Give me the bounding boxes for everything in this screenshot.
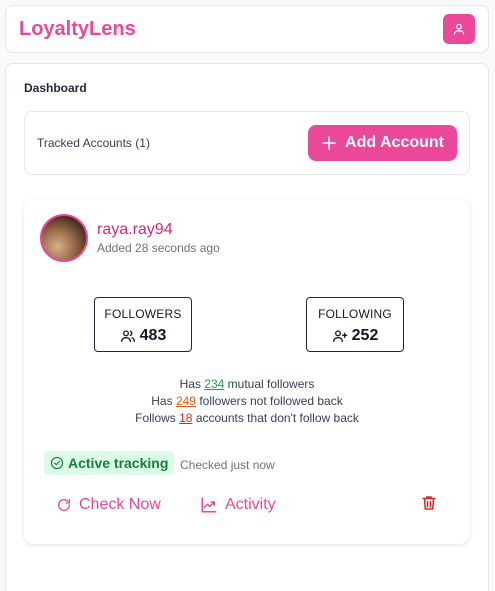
app-header: LoyaltyLens [5, 5, 489, 53]
activity-button[interactable]: Activity [200, 492, 276, 518]
followers-label: FOLLOWERS [104, 307, 182, 321]
main-panel: Dashboard Tracked Accounts (1) Add Accou… [5, 63, 489, 591]
not-followed-back-count[interactable]: 249 [176, 394, 196, 408]
page-title: Dashboard [24, 81, 87, 95]
dont-follow-back-count[interactable]: 18 [179, 411, 192, 425]
status-badge: Active tracking [44, 451, 175, 475]
app-logo: LoyaltyLens [19, 17, 136, 40]
trash-icon [422, 496, 436, 510]
follower-insights: Has 234 mutual followers Has 249 followe… [24, 376, 470, 427]
trend-chart-icon [201, 497, 217, 513]
followers-stat: FOLLOWERS 483 [94, 297, 192, 352]
not-followed-back-line: Has 249 followers not followed back [151, 394, 343, 408]
following-stat: FOLLOWING 252 [306, 297, 404, 352]
last-checked: Checked just now [180, 458, 275, 472]
followers-count: 483 [139, 327, 167, 344]
mutual-followers-line: Has 234 mutual followers [179, 377, 315, 391]
tracked-accounts-label: Tracked Accounts (1) [37, 136, 150, 150]
delete-account-button[interactable] [420, 494, 438, 515]
dont-follow-back-line: Follows 18 accounts that don't follow ba… [135, 411, 359, 425]
user-menu-button[interactable] [443, 14, 475, 44]
activity-label: Activity [225, 496, 276, 513]
account-username[interactable]: raya.ray94 [97, 221, 173, 239]
plus-icon [322, 136, 336, 150]
refresh-icon [58, 499, 70, 511]
account-added-time: Added 28 seconds ago [97, 241, 220, 255]
add-account-label: Add Account [345, 134, 444, 151]
users-icon [120, 330, 135, 342]
user-plus-icon [332, 330, 347, 342]
account-card: raya.ray94 Added 28 seconds ago FOLLOWER… [24, 199, 470, 544]
check-circle-icon [50, 456, 64, 470]
user-icon [453, 23, 465, 35]
avatar[interactable] [40, 214, 88, 262]
following-label: FOLLOWING [318, 307, 392, 321]
tracked-accounts-bar: Tracked Accounts (1) Add Account [24, 111, 470, 175]
add-account-button[interactable]: Add Account [308, 125, 457, 161]
status-label: Active tracking [68, 455, 169, 471]
check-now-button[interactable]: Check Now [56, 492, 161, 518]
mutual-count[interactable]: 234 [204, 377, 224, 391]
following-count: 252 [351, 327, 379, 344]
check-now-label: Check Now [79, 496, 161, 513]
